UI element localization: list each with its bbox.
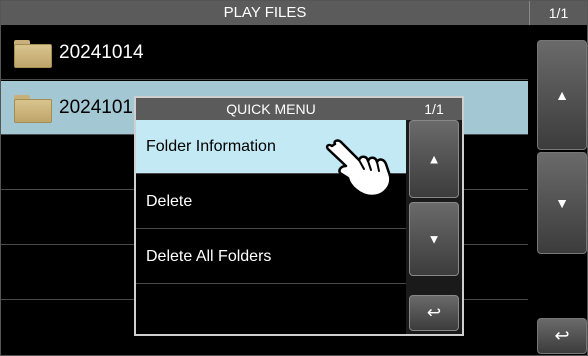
menu-item-label: Delete <box>146 193 193 210</box>
scroll-down-button[interactable]: ▼ <box>537 152 587 254</box>
list-item[interactable]: 20241014 <box>1 26 528 80</box>
return-icon: ↩ <box>426 303 442 322</box>
quick-menu-dialog: QUICK MENU 1/1 Folder Information Delete… <box>134 96 464 336</box>
folder-name: 2024101 <box>59 97 133 118</box>
menu-back-button[interactable]: ↩ <box>409 295 459 331</box>
quick-menu-title-bar: QUICK MENU 1/1 <box>136 98 462 120</box>
scroll-up-button[interactable]: ▲ <box>537 40 587 150</box>
quick-menu-scroll-panel: ▲ ▼ ↩ <box>406 120 462 334</box>
return-icon: ↩ <box>554 325 570 346</box>
menu-item-empty <box>136 285 406 339</box>
menu-item-label: Folder Information <box>146 138 276 155</box>
back-button[interactable]: ↩ <box>537 318 587 354</box>
menu-item-label: Delete All Folders <box>146 248 272 265</box>
hand-pointer-icon <box>325 139 392 198</box>
title-bar: PLAY FILES 1/1 <box>1 1 587 25</box>
folder-name: 20241014 <box>59 42 144 63</box>
quick-menu-title: QUICK MENU <box>226 101 316 117</box>
screen-title: PLAY FILES <box>223 4 307 21</box>
arrow-down-icon: ▼ <box>555 195 569 211</box>
scroll-panel: ▲ ▼ ↩ <box>529 26 587 355</box>
menu-scroll-up-button[interactable]: ▲ <box>409 120 459 198</box>
folder-icon <box>14 40 52 68</box>
arrow-down-icon: ▼ <box>427 231 441 247</box>
menu-item-delete-all-folders[interactable]: Delete All Folders <box>136 230 406 284</box>
quick-menu-page-indicator: 1/1 <box>424 101 444 117</box>
arrow-up-icon: ▲ <box>427 151 441 167</box>
page-indicator: 1/1 <box>529 1 587 25</box>
folder-icon <box>14 95 52 123</box>
arrow-up-icon: ▲ <box>555 87 569 103</box>
menu-scroll-down-button[interactable]: ▼ <box>409 202 459 276</box>
